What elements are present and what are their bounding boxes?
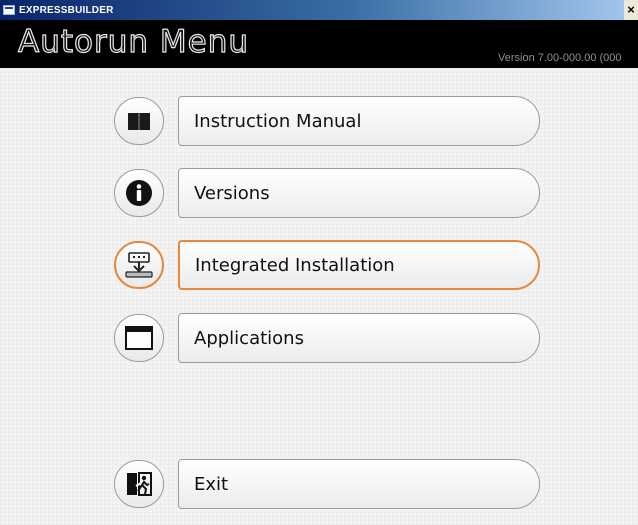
- applications-button[interactable]: Applications: [114, 313, 540, 363]
- instruction-manual-button[interactable]: Instruction Manual: [114, 96, 540, 146]
- info-icon[interactable]: [114, 169, 164, 217]
- exit-label-box[interactable]: Exit: [178, 459, 540, 509]
- window-title: EXPRESSBUILDER: [19, 4, 114, 16]
- title-bar[interactable]: EXPRESSBUILDER ×: [0, 0, 638, 20]
- header-banner: Autorun Menu Version 7.00-000.00 (000: [0, 20, 638, 68]
- menu-label: Applications: [194, 327, 304, 349]
- instruction-manual-label-box[interactable]: Instruction Manual: [178, 96, 540, 146]
- menu-label: Versions: [194, 182, 270, 204]
- menu-panel: Instruction Manual Versions Integrated I…: [0, 68, 638, 525]
- menu-label: Integrated Installation: [195, 254, 395, 276]
- menu-label: Instruction Manual: [194, 110, 362, 132]
- integrated-installation-button[interactable]: Integrated Installation: [114, 240, 540, 290]
- version-label: Version 7.00-000.00 (000: [498, 52, 622, 64]
- exit-button[interactable]: Exit: [114, 459, 540, 509]
- book-icon[interactable]: [114, 97, 164, 145]
- close-button[interactable]: ×: [624, 0, 638, 20]
- exit-icon[interactable]: [114, 460, 164, 508]
- page-title: Autorun Menu: [17, 23, 249, 60]
- window-icon[interactable]: [114, 314, 164, 362]
- menu-label: Exit: [194, 473, 229, 495]
- app-icon: [3, 5, 15, 15]
- applications-label-box[interactable]: Applications: [178, 313, 540, 363]
- integrated-installation-label-box[interactable]: Integrated Installation: [178, 240, 540, 290]
- versions-label-box[interactable]: Versions: [178, 168, 540, 218]
- versions-button[interactable]: Versions: [114, 168, 540, 218]
- install-icon[interactable]: [114, 241, 164, 289]
